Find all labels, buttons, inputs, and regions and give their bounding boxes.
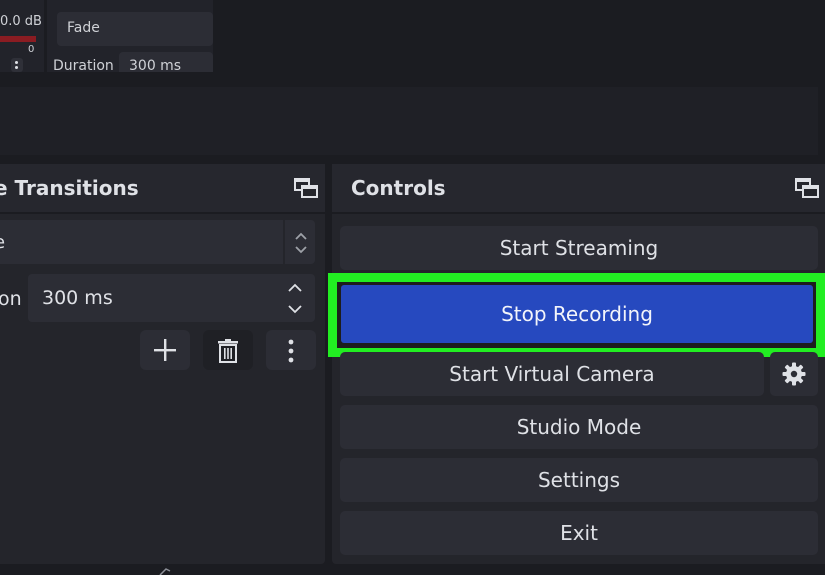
add-icon xyxy=(154,339,176,361)
transition-more-button[interactable] xyxy=(266,330,316,370)
transition-duration-label: on xyxy=(0,288,22,310)
virtual-camera-settings-button[interactable] xyxy=(770,352,818,396)
empty-dock-area xyxy=(0,87,818,155)
settings-button[interactable]: Settings xyxy=(340,458,818,502)
transition-select[interactable] xyxy=(0,220,315,264)
trash-icon xyxy=(218,339,238,363)
audio-more-button[interactable] xyxy=(11,58,23,72)
transition-select-arrows[interactable] xyxy=(283,220,315,264)
exit-button[interactable]: Exit xyxy=(340,511,818,555)
controls-title: Controls xyxy=(351,176,446,200)
top-transition-select[interactable]: Fade xyxy=(57,12,213,46)
undock-icon[interactable] xyxy=(795,178,819,198)
more-vertical-icon xyxy=(288,339,294,363)
more-dot-icon xyxy=(15,61,18,64)
start-streaming-button[interactable]: Start Streaming xyxy=(340,226,818,270)
audio-db-readout: 0.0 dB xyxy=(0,14,42,29)
status-bar-fragment-icon xyxy=(159,568,171,575)
audio-meter-bar xyxy=(0,36,36,42)
spin-arrows-icon xyxy=(295,232,307,254)
duration-spin-icon[interactable] xyxy=(284,276,306,320)
gear-icon xyxy=(782,362,806,386)
top-panel-divider xyxy=(44,0,47,72)
studio-mode-button[interactable]: Studio Mode xyxy=(340,405,818,449)
start-virtual-camera-button[interactable]: Start Virtual Camera xyxy=(340,352,764,396)
more-dot-icon xyxy=(15,66,18,69)
transition-select-value: e xyxy=(0,232,5,253)
transition-duration-input[interactable]: 300 ms xyxy=(28,274,315,322)
scene-transitions-title: e Transitions xyxy=(0,176,139,200)
audio-meter-zero-label: 0 xyxy=(28,44,35,55)
remove-transition-button[interactable] xyxy=(203,330,253,370)
add-transition-button[interactable] xyxy=(140,330,190,370)
top-duration-label: Duration xyxy=(53,58,114,74)
stop-recording-button[interactable]: Stop Recording xyxy=(341,285,813,343)
undock-icon[interactable] xyxy=(294,178,318,198)
top-duration-input[interactable]: 300 ms xyxy=(119,52,213,74)
